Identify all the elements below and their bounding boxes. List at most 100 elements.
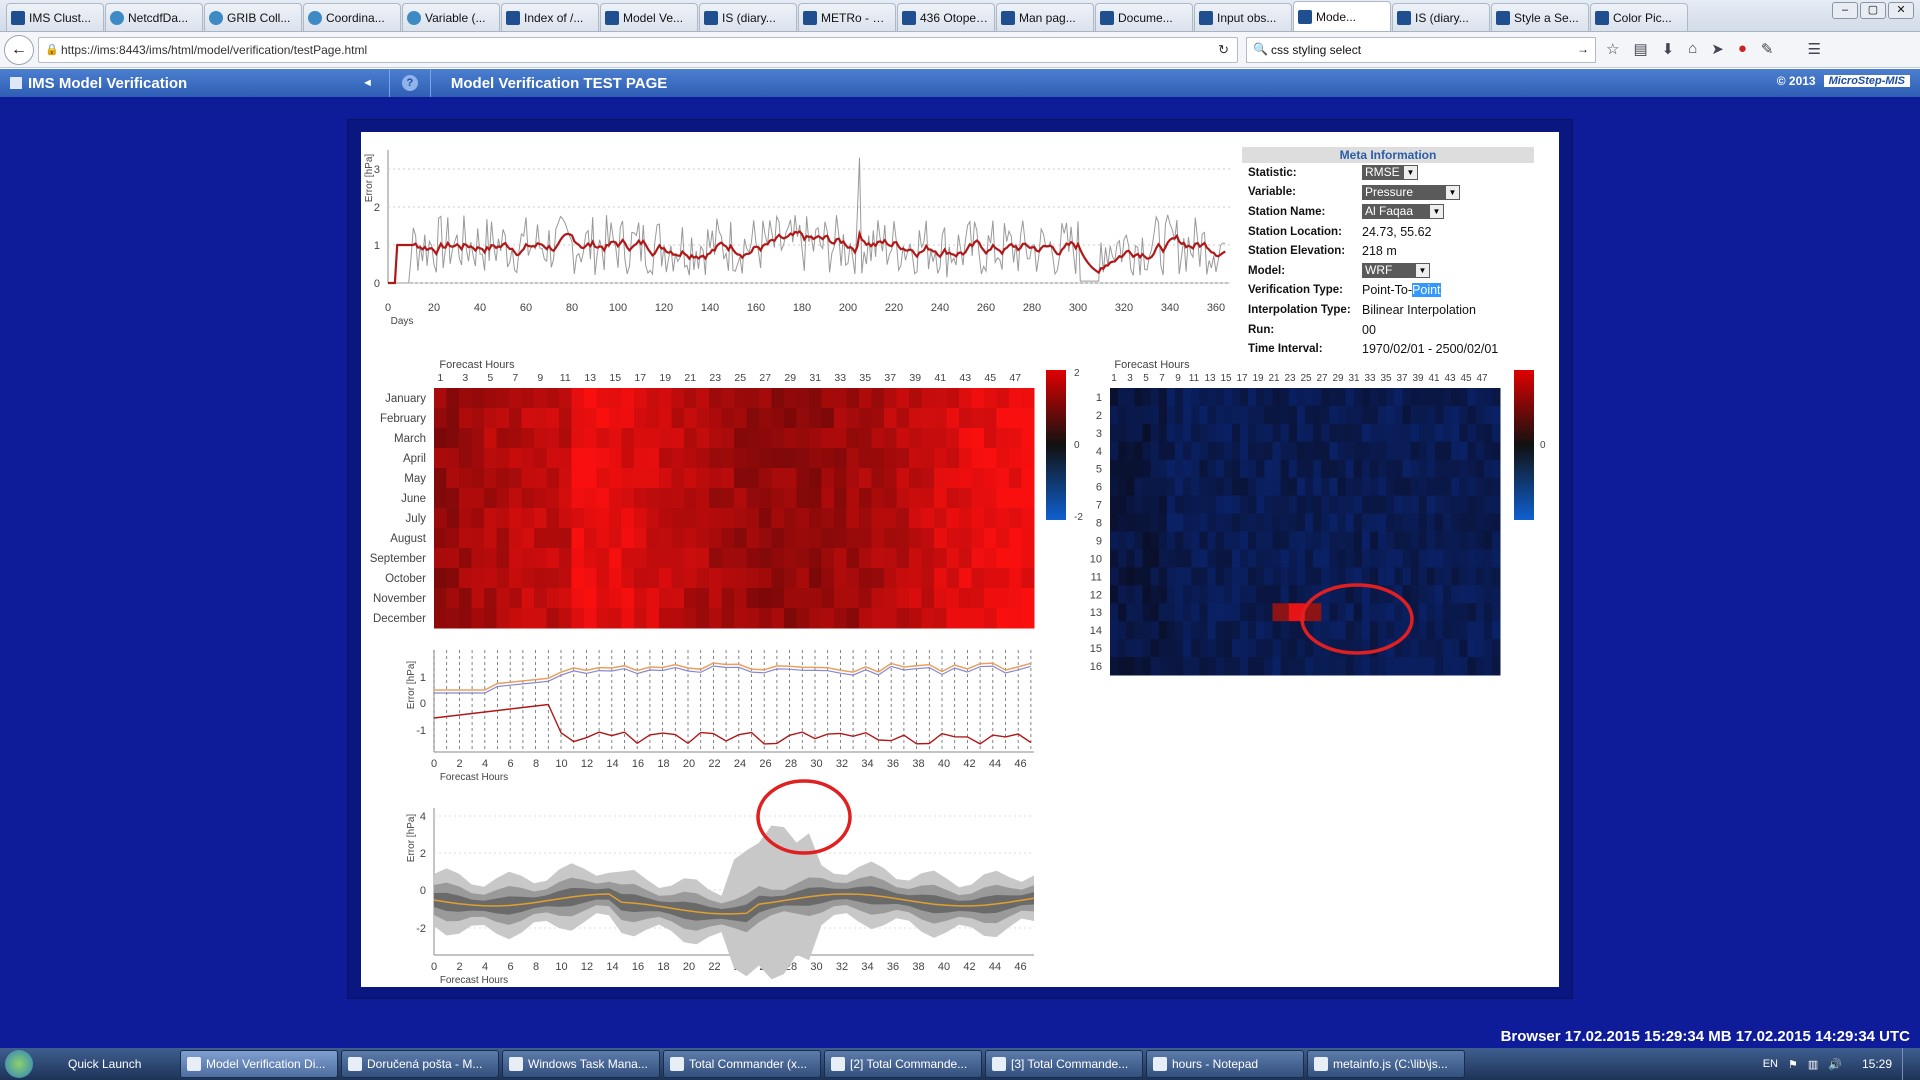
taskbar-label: Model Verification Di... <box>206 1057 326 1071</box>
app-title: IMS Model Verification <box>28 74 188 92</box>
menu-icon[interactable]: ☰ <box>1808 40 1821 58</box>
meta-value: Point-To-Point <box>1362 283 1441 298</box>
browser-tab[interactable]: Man pag... <box>996 3 1094 31</box>
browser-tab[interactable]: Color Pic... <box>1590 3 1688 31</box>
home-icon[interactable]: ⌂ <box>1688 40 1697 58</box>
header-divider <box>388 69 390 97</box>
meta-select[interactable]: WRF ▼ <box>1362 263 1430 279</box>
selected-text: Point <box>1412 283 1441 298</box>
meta-select[interactable]: Pressure ▼ <box>1362 184 1460 200</box>
meta-row: Statistic: RMSE ▼ <box>1242 163 1534 183</box>
tab-label: NetcdfDa... <box>128 10 189 25</box>
browser-tab[interactable]: Variable (... <box>402 3 500 31</box>
navigation-bar: ← 🔒 https://ims:8443/ims/html/model/veri… <box>0 32 1920 68</box>
clock[interactable]: 15:29 <box>1862 1057 1892 1071</box>
tab-label: Index of /... <box>524 10 584 25</box>
meta-key: Station Name: <box>1248 205 1326 218</box>
browser-tab[interactable]: METRo - Wiki... <box>798 3 896 31</box>
bookmark-star-icon[interactable]: ☆ <box>1606 40 1619 58</box>
search-input[interactable]: 🔍 css styling select → <box>1246 37 1596 63</box>
browser-tab[interactable]: Model Ve... <box>600 3 698 31</box>
dropdown-arrow-icon[interactable]: ▼ <box>1446 185 1459 199</box>
download-icon[interactable]: ⬇ <box>1662 40 1675 58</box>
meta-key: Station Location: <box>1248 225 1342 238</box>
taskbar-item[interactable]: Windows Task Mana... <box>502 1050 660 1078</box>
adblock-icon[interactable]: ● <box>1738 40 1747 58</box>
taskbar-label: Doručená pošta - M... <box>367 1057 483 1071</box>
maximize-button[interactable]: ▢ <box>1860 2 1886 19</box>
back-button[interactable]: ← <box>4 34 34 65</box>
meta-row: Verification Type: Point-To-Point <box>1242 281 1534 301</box>
taskbar-item[interactable]: metainfo.js (C:\lib\js... <box>1307 1050 1465 1078</box>
meta-key: Model: <box>1248 264 1286 277</box>
doc-icon <box>1397 10 1411 25</box>
app-icon <box>187 1057 201 1071</box>
quick-launch[interactable]: Quick Launch <box>68 1057 180 1071</box>
browser-tab[interactable]: 436 Otopeni ... <box>897 3 995 31</box>
language-indicator[interactable]: EN <box>1763 1058 1778 1070</box>
tab-label: Variable (... <box>425 10 486 25</box>
app-icon <box>831 1057 845 1071</box>
meta-value: 218 m <box>1362 244 1397 259</box>
meta-row: Variable: Pressure ▼ <box>1242 183 1534 203</box>
taskbar-item[interactable]: Total Commander (x... <box>663 1050 821 1078</box>
reload-icon[interactable]: ↻ <box>1218 42 1229 58</box>
send-icon[interactable]: ➤ <box>1711 40 1724 58</box>
app-logo-icon <box>10 77 22 89</box>
tab-label: Coordina... <box>326 10 385 25</box>
search-go-icon[interactable]: → <box>1577 42 1589 56</box>
flag-icon[interactable]: ⚑ <box>1788 1058 1798 1071</box>
doc-icon <box>1496 10 1510 25</box>
browser-tab[interactable]: Coordina... <box>303 3 401 31</box>
browser-tab[interactable]: Docume... <box>1095 3 1193 31</box>
meta-select[interactable]: RMSE ▼ <box>1362 165 1418 181</box>
reading-list-icon[interactable]: ▤ <box>1633 40 1647 58</box>
dropdown-arrow-icon[interactable]: ▼ <box>1416 264 1429 278</box>
show-desktop-button[interactable] <box>1902 1048 1912 1080</box>
globe-icon <box>308 10 322 25</box>
url-text: https://ims:8443/ims/html/model/verifica… <box>61 43 368 57</box>
taskbar-label: Total Commander (x... <box>689 1057 808 1071</box>
browser-tab[interactable]: Index of /... <box>501 3 599 31</box>
dropdown-arrow-icon[interactable]: ▼ <box>1404 166 1417 180</box>
tab-label: IS (diary... <box>1415 10 1469 25</box>
taskbar-item[interactable]: Model Verification Di... <box>180 1050 338 1078</box>
dropdown-arrow-icon[interactable]: ▼ <box>1430 205 1443 219</box>
doc-icon <box>1100 10 1114 25</box>
meta-select[interactable]: Al Faqaa ▼ <box>1362 204 1444 220</box>
browser-tab[interactable]: Style a Se... <box>1491 3 1589 31</box>
taskbar-item[interactable]: hours - Notepad <box>1146 1050 1304 1078</box>
doc-icon <box>1298 9 1312 24</box>
network-icon[interactable]: ▥ <box>1808 1058 1818 1071</box>
taskbar-label: metainfo.js (C:\lib\js... <box>1333 1057 1448 1071</box>
collapse-arrow-icon[interactable]: ◄ <box>362 77 373 89</box>
close-window-button[interactable]: ✕ <box>1888 2 1914 19</box>
taskbar-item[interactable]: [2] Total Commande... <box>824 1050 982 1078</box>
addon-icon[interactable]: ✎ <box>1761 40 1774 58</box>
app-icon <box>992 1057 1006 1071</box>
help-icon[interactable]: ? <box>401 75 418 91</box>
url-bar[interactable]: 🔒 https://ims:8443/ims/html/model/verifi… <box>38 37 1238 63</box>
taskbar-item[interactable]: [3] Total Commande... <box>985 1050 1143 1078</box>
status-bar: Browser 17.02.2015 15:29:34 MB 17.02.201… <box>0 1025 1920 1048</box>
browser-tab-strip: IMS Clust... NetcdfDa... GRIB Coll... Coord… <box>0 0 1920 32</box>
browser-tab[interactable]: Mode... <box>1293 1 1391 31</box>
browser-tab[interactable]: GRIB Coll... <box>204 3 302 31</box>
windows-taskbar: Quick Launch Model Verification Di... Dor… <box>0 1048 1920 1080</box>
browser-tab[interactable]: IS (diary... <box>1392 3 1490 31</box>
start-button[interactable] <box>0 1048 38 1080</box>
doc-icon <box>1595 10 1609 25</box>
browser-tab[interactable]: NetcdfDa... <box>105 3 203 31</box>
taskbar-item[interactable]: Doručená pošta - M... <box>341 1050 499 1078</box>
select-value: RMSE <box>1365 165 1400 180</box>
meta-row: Run: 00 <box>1242 320 1534 340</box>
browser-tab[interactable]: Input obs... <box>1194 3 1292 31</box>
meta-row: Station Elevation: 218 m <box>1242 241 1534 261</box>
browser-tab[interactable]: IMS Clust... <box>6 3 104 31</box>
meta-value: 24.73, 55.62 <box>1362 224 1432 239</box>
minimize-button[interactable]: – <box>1832 2 1858 19</box>
app-icon <box>670 1057 684 1071</box>
volume-icon[interactable]: 🔊 <box>1828 1058 1842 1071</box>
browser-tab[interactable]: IS (diary... <box>699 3 797 31</box>
page-title: Model Verification TEST PAGE <box>450 74 668 92</box>
